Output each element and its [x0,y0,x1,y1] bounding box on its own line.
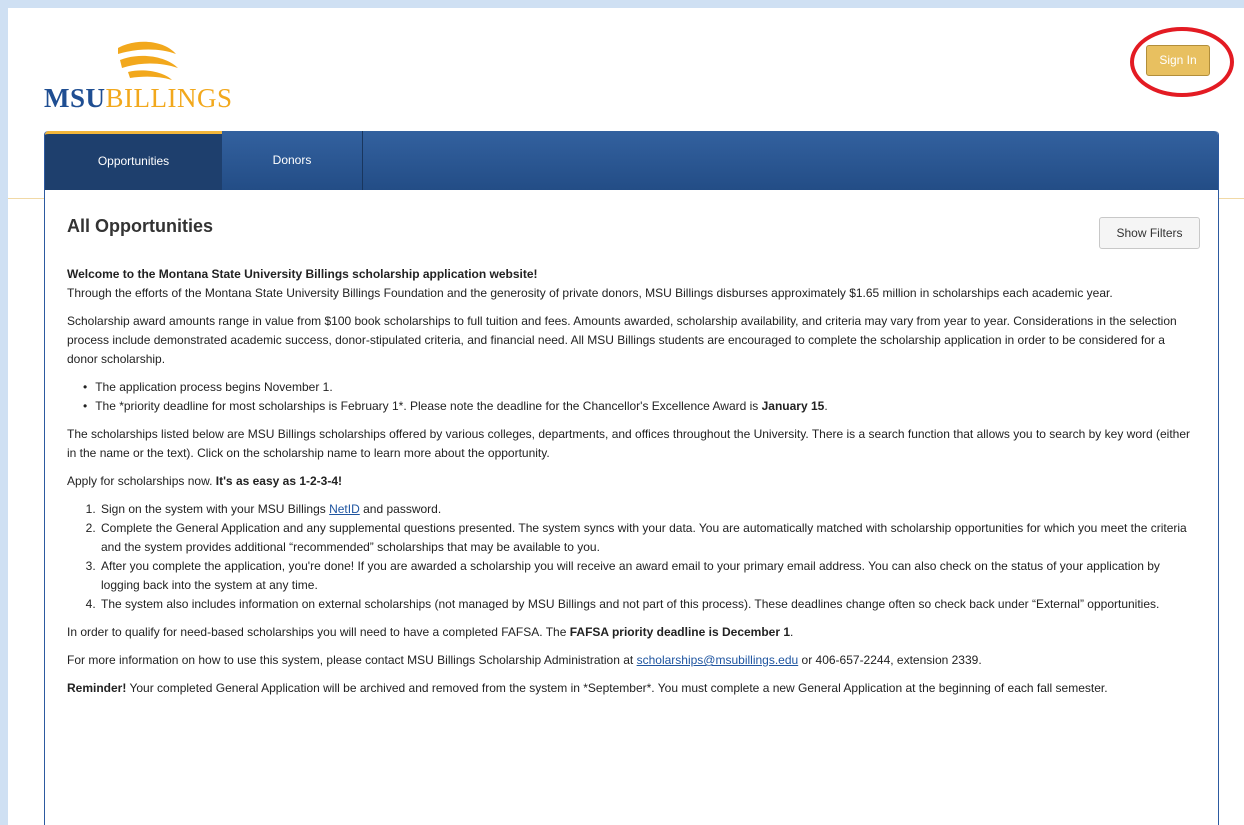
page-title: All Opportunities [67,216,213,236]
netid-link[interactable]: NetID [329,502,360,516]
list-item: The *priority deadline for most scholars… [83,397,1197,416]
apply-text: Apply for scholarships now. [67,474,216,488]
logo-swoosh-icon [118,41,178,80]
list-item: Complete the General Application and any… [99,519,1197,557]
bullet-text: The application process begins November … [95,380,333,394]
list-item: The system also includes information on … [99,595,1197,614]
chancellor-deadline: January 15 [761,399,825,413]
logo-wordmark: MSUBILLINGS [44,83,233,114]
award-paragraph: Scholarship award amounts range in value… [67,314,1177,366]
main-card: Opportunities Donors All Opportunities S… [44,131,1219,825]
email-link[interactable]: scholarships@msubillings.edu [637,653,799,667]
bullet-text: . [824,399,828,413]
list-item: After you complete the application, you'… [99,557,1197,595]
welcome-body: Through the efforts of the Montana State… [67,286,1113,300]
steps-list: Sign on the system with your MSU Billing… [67,500,1197,614]
page: MSUBILLINGS Sign In Opportunities Donors… [8,8,1244,825]
apply-emphasis: It's as easy as 1-2-3-4! [215,474,343,488]
apply-paragraph: Apply for scholarships now. It's as easy… [67,472,1197,491]
logo-msu: MSU [44,83,106,113]
logo-billings: BILLINGS [105,83,233,113]
contact-text: or 406-657-2244, extension 2339. [798,653,982,667]
step-text: and password. [359,502,442,516]
step-text: Sign on the system with your MSU Billing… [101,502,330,516]
welcome-paragraph: Welcome to the Montana State University … [67,265,1197,303]
fafsa-text: . [790,625,794,639]
fafsa-deadline: FAFSA priority deadline is December 1 [569,625,791,639]
bullet-text: The *priority deadline for most scholars… [95,399,762,413]
contact-text: For more information on how to use this … [67,653,637,667]
contact-paragraph: For more information on how to use this … [67,651,1197,670]
sign-in-button[interactable]: Sign In [1146,45,1210,76]
reminder-label: Reminder! [67,681,127,695]
msu-billings-logo[interactable]: MSUBILLINGS [44,40,254,115]
reminder-text: Your completed General Application will … [126,681,1108,695]
tab-donors[interactable]: Donors [222,131,363,190]
intro-text: Welcome to the Montana State University … [67,265,1197,707]
welcome-title: Welcome to the Montana State University … [67,267,538,281]
listed-paragraph: The scholarships listed below are MSU Bi… [67,427,1191,460]
reminder-paragraph: Reminder! Your completed General Applica… [67,679,1197,698]
nav-bar: Opportunities Donors [45,131,1218,190]
tab-opportunities[interactable]: Opportunities [45,131,222,190]
list-item: The application process begins November … [83,378,1197,397]
fafsa-text: In order to qualify for need-based schol… [67,625,570,639]
list-item: Sign on the system with your MSU Billing… [99,500,1197,519]
show-filters-button[interactable]: Show Filters [1099,217,1200,249]
fafsa-paragraph: In order to qualify for need-based schol… [67,623,1197,642]
dates-list: The application process begins November … [67,378,1197,416]
